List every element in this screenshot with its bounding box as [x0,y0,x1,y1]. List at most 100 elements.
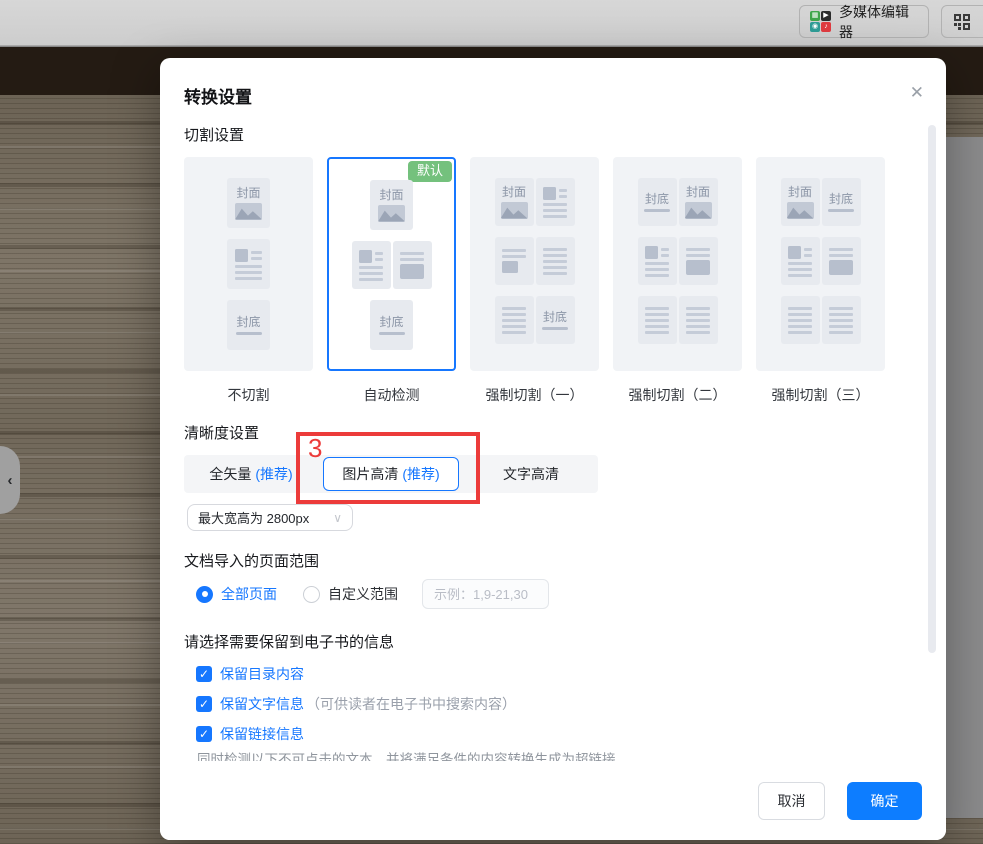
checkbox-row-keep-toc[interactable]: ✓ 保留目录内容 [196,665,516,682]
mini-page-label: 封底 [829,193,853,205]
confirm-button[interactable]: 确定 [847,782,922,820]
multimedia-editor-button[interactable]: ▦▶◉♪ 多媒体编辑器 [799,5,929,38]
mini-page-back: 封底 [227,300,270,350]
cut-option-label: 不切割 [228,385,270,405]
cut-option-box[interactable]: 默认封面封底 [327,157,456,371]
checkbox-label: 保留链接信息 [220,724,304,744]
chevron-left-icon: ‹ [8,472,13,489]
cut-option-box[interactable]: 封面封底 [756,157,885,371]
mini-page-back: 封底 [370,300,413,350]
radio-label-custom-range[interactable]: 自定义范围 [328,584,398,604]
mini-page-textA [638,237,677,285]
radio-label-all-pages[interactable]: 全部页面 [221,584,277,604]
radio-all-pages[interactable] [196,586,213,603]
close-icon[interactable]: ✕ [910,84,924,101]
left-drawer-handle[interactable]: ‹ [0,446,20,514]
top-toolbar: ▦▶◉♪ 多媒体编辑器 [0,0,983,46]
dialog-scrollbar-thumb[interactable] [928,125,936,653]
link-detection-note: 同时检测以下不可点击的文本，并将满足条件的内容转换生成为超链接 [197,748,616,761]
mini-page-textA [227,239,270,289]
underline-glyph [236,332,262,335]
custom-range-input[interactable] [422,579,549,609]
recommended-hint: (推荐) [255,464,292,484]
checkbox-keep-text[interactable]: ✓ [196,696,212,712]
cut-option-label: 强制切割（三） [772,385,870,405]
underline-glyph [828,209,854,212]
mini-page-textA [352,241,391,289]
image-glyph [787,202,814,219]
cut-option-auto-detect[interactable]: 默认封面封底自动检测 [327,157,456,405]
clarity-tab-label: 图片高清 [342,464,398,484]
mini-page-lines [679,296,718,344]
mini-page-label: 封面 [788,186,812,198]
checkbox-keep-toc[interactable]: ✓ [196,666,212,682]
mini-page-label: 封底 [379,316,403,328]
clarity-tab-text-hd[interactable]: 文字高清 [464,455,598,493]
max-size-dropdown-value: 最大宽高为 2800px [198,508,309,527]
underline-glyph [644,209,670,212]
grid-tools-button[interactable] [941,5,983,38]
mini-page-cover: 封面 [679,178,718,226]
mini-page-lines [822,296,861,344]
cut-option-box[interactable]: 封底 封面 [613,157,742,371]
mini-page-lines [536,237,575,285]
cut-option-box[interactable]: 封面封底 [470,157,599,371]
cut-option-no-cut[interactable]: 封面封底不切割 [184,157,313,405]
checkbox-label: 保留目录内容 [220,664,304,684]
clarity-tab-full-vector[interactable]: 全矢量(推荐) [184,455,318,493]
checkbox-row-keep-links[interactable]: ✓ 保留链接信息 [196,725,516,742]
dialog-footer: 取消 确定 [160,761,946,840]
mini-page-back: 封底 [536,296,575,344]
mini-page-lines [781,296,820,344]
music-tile-icon: ♪ [821,22,831,32]
mini-page-cover: 封面 [781,178,820,226]
video-tile-icon: ▶ [821,11,831,21]
cut-option-force-cut-2[interactable]: 封底封面强制切割（二） [613,157,742,405]
checkbox-suffix: （可供读者在电子书中搜索内容） [306,694,516,714]
mini-page-linesImage [393,241,432,289]
keep-info-heading: 请选择需要保留到电子书的信息 [184,631,394,652]
clarity-settings-heading: 清晰度设置 [184,422,259,443]
underline-glyph [542,327,568,330]
image-glyph [235,203,262,220]
cut-option-force-cut-3[interactable]: 封面封底强制切割（三） [756,157,885,405]
mini-page-label: 封底 [236,316,260,328]
max-size-dropdown[interactable]: 最大宽高为 2800px ∨ [187,504,353,531]
mini-page-linesImage [679,237,718,285]
cut-option-label: 自动检测 [364,385,420,405]
page-range-row: 全部页面 自定义范围 [196,579,549,609]
multimedia-editor-icon: ▦▶◉♪ [810,11,831,32]
mini-page-label: 封面 [502,186,526,198]
cut-option-box[interactable]: 封面封底 [184,157,313,371]
conversion-settings-dialog: 转换设置 ✕ 切割设置 封面封底不切割默认封面封底自动检测封面封底强制切割（一）… [160,58,946,840]
checkbox-keep-links[interactable]: ✓ [196,726,212,742]
qr-grid-icon [954,14,970,30]
background-gray-panel [946,137,983,818]
mini-page-textA [536,178,575,226]
audio-tile-icon: ◉ [810,22,820,32]
checkbox-row-keep-text[interactable]: ✓保留文字信息（可供读者在电子书中搜索内容） [196,695,516,712]
mini-page-label: 封底 [645,193,669,205]
mini-page-cover: 封面 [227,178,270,228]
keep-info-checkbox-list: ✓保留目录内容✓保留文字信息（可供读者在电子书中搜索内容）✓保留链接信息 [196,665,516,742]
default-badge: 默认 [408,161,452,182]
clarity-tab-label: 文字高清 [503,464,559,484]
dialog-title: 转换设置 [184,83,252,108]
clarity-tabbar: 全矢量(推荐)图片高清(推荐)文字高清 [184,455,598,493]
radio-custom-range[interactable] [303,586,320,603]
clarity-tab-image-hd[interactable]: 图片高清(推荐) [323,457,459,491]
mini-page-label: 封面 [686,186,710,198]
mini-page-label: 封面 [236,187,260,199]
image-tile-icon: ▦ [810,11,820,21]
cut-option-label: 强制切割（一） [486,385,584,405]
recommended-hint: (推荐) [402,464,439,484]
mini-page-back: 封底 [638,178,677,226]
mini-page-back: 封底 [822,178,861,226]
mini-page-label: 封面 [379,189,403,201]
page-range-heading: 文档导入的页面范围 [184,550,319,571]
cancel-button[interactable]: 取消 [758,782,825,820]
cut-settings-heading: 切割设置 [184,124,244,145]
image-glyph [685,202,712,219]
mini-page-lines [495,296,534,344]
cut-option-force-cut-1[interactable]: 封面封底强制切割（一） [470,157,599,405]
